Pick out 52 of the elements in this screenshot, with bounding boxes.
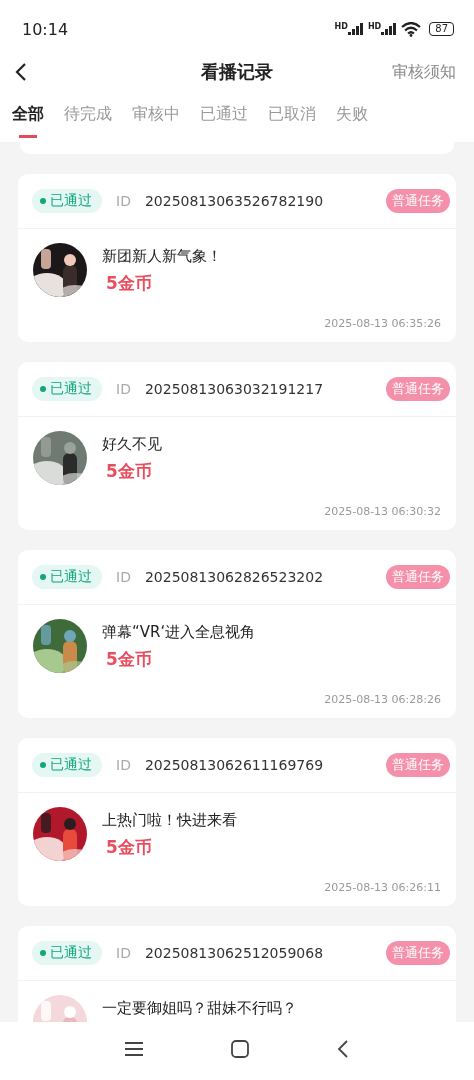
task-type-tag: 普通任务	[386, 189, 450, 213]
status-badge: 已通过	[32, 753, 102, 777]
video-title: 好久不见	[102, 435, 162, 454]
id-label: ID	[116, 381, 131, 397]
status-badge: 已通过	[32, 189, 102, 213]
reward-amount: 5金币	[106, 460, 153, 483]
video-title: 一定要御姐吗？甜妹不行吗？	[102, 999, 297, 1018]
id-label: ID	[116, 945, 131, 961]
battery-indicator: 87	[429, 22, 454, 36]
signal-icon	[347, 23, 364, 35]
record-time: 2025-08-13 06:35:26	[324, 317, 441, 330]
wifi-icon	[401, 21, 422, 37]
video-title: 上热门啦！快进来看	[102, 811, 237, 830]
task-type-tag: 普通任务	[386, 753, 450, 777]
record-card[interactable]: 已通过 ID 20250813062512059068 普通任务 一定要御姐吗？甜妹不行吗？	[18, 926, 456, 1022]
video-title: 新团新人新气象！	[102, 247, 222, 266]
record-id: 20250813063032191217	[144, 381, 324, 397]
record-time: 2025-08-13 06:30:32	[324, 505, 441, 518]
record-time: 2025-08-13 06:26:11	[324, 881, 441, 894]
status-badge: 已通过	[32, 565, 102, 589]
reward-amount: 5金币	[106, 836, 153, 859]
status-badge: 已通过	[32, 377, 102, 401]
back-icon[interactable]	[15, 62, 27, 82]
signal-icon	[381, 23, 398, 35]
task-type-tag: 普通任务	[386, 565, 450, 589]
page-title: 看播记录	[201, 60, 273, 84]
id-label: ID	[116, 569, 131, 585]
filter-tab[interactable]: 全部	[12, 98, 44, 138]
record-id: 20250813062611169769	[144, 757, 324, 773]
home-icon[interactable]	[231, 1040, 249, 1058]
record-id: 20250813063526782190	[144, 193, 324, 209]
record-id: 20250813062826523202	[144, 569, 324, 585]
review-rules-link[interactable]: 审核须知	[392, 61, 456, 83]
network-label: HD	[334, 23, 348, 31]
reward-amount: 5金币	[106, 272, 153, 295]
record-time: 2025-08-13 06:28:26	[324, 693, 441, 706]
task-type-tag: 普通任务	[386, 377, 450, 401]
id-label: ID	[116, 757, 131, 773]
status-badge: 已通过	[32, 941, 102, 965]
network-label: HD	[367, 23, 382, 31]
clock-time: 10:14	[22, 19, 69, 39]
menu-icon[interactable]	[125, 1042, 143, 1056]
task-type-tag: 普通任务	[386, 941, 450, 965]
record-card[interactable]: 已通过 ID 20250813062611169769 普通任务 上热门啦！快进来看 5金币 2025-08-13 06:26:11	[18, 738, 456, 906]
id-label: ID	[116, 193, 131, 209]
back-icon[interactable]	[337, 1040, 349, 1058]
record-card[interactable]: 已通过 ID 20250813063526782190 普通任务 新团新人新气象！ 5金币 2025-08-13 06:35:26	[18, 174, 456, 342]
record-card[interactable]: 已通过 ID 20250813063032191217 普通任务 好久不见 5金币 2025-08-13 06:30:32	[18, 362, 456, 530]
video-title: 弹幕“VR‘进入全息视角	[102, 623, 256, 642]
record-card[interactable]: 已通过 ID 20250813062826523202 普通任务 弹幕“VR‘进入全息视角 5金币 2025-08-13 06:28:26	[18, 550, 456, 718]
record-id: 20250813062512059068	[144, 945, 324, 961]
reward-amount: 5金币	[106, 648, 153, 671]
